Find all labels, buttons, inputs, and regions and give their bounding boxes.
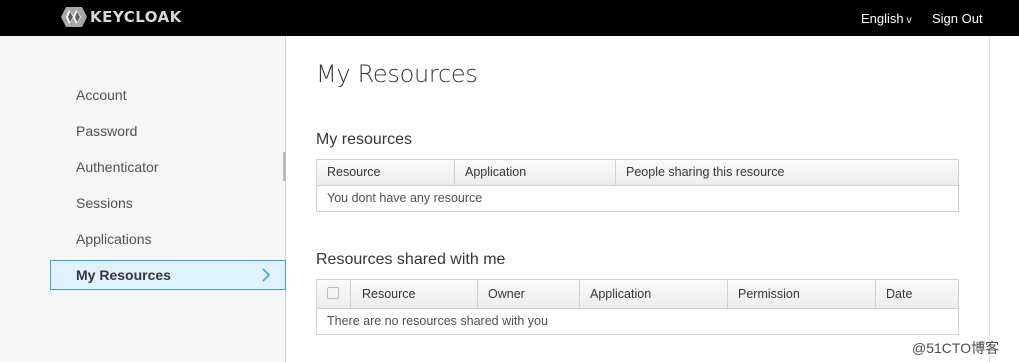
sidebar-item-sessions[interactable]: Sessions [76, 195, 133, 211]
sidebar-item-label: My Resources [76, 267, 171, 283]
table-row: There are no resources shared with you [317, 309, 958, 334]
sidebar-scroll-marker [283, 152, 286, 181]
chevron-right-icon [262, 268, 271, 282]
language-label: English [861, 11, 904, 26]
column-header-owner[interactable]: Owner [478, 280, 580, 308]
select-all-cell [317, 280, 351, 308]
chevron-down-icon: v [906, 15, 912, 26]
column-header-permission[interactable]: Permission [728, 280, 876, 308]
my-resources-heading: My resources [316, 131, 413, 148]
column-header-resource[interactable]: Resource [317, 160, 455, 185]
select-all-checkbox[interactable] [327, 287, 339, 299]
keycloak-logo[interactable]: KEYCLOAK [60, 6, 182, 28]
content-right-border [989, 36, 990, 362]
sidebar-item-my-resources[interactable]: My Resources [50, 260, 286, 290]
keycloak-logo-icon [61, 7, 87, 27]
my-resources-table: Resource Application People sharing this… [316, 159, 959, 212]
brand-name: KEYCLOAK [90, 8, 182, 26]
empty-state-text: You dont have any resource [327, 191, 483, 205]
watermark: @51CTO博客 [912, 340, 1000, 356]
column-header-people-sharing[interactable]: People sharing this resource [616, 160, 958, 185]
sidebar-item-applications[interactable]: Applications [76, 231, 152, 247]
table-row: You dont have any resource [317, 186, 958, 211]
table-header-row: Resource Application People sharing this… [317, 160, 958, 186]
page-title: My Resources [316, 60, 478, 88]
language-dropdown[interactable]: English v [861, 11, 912, 26]
sidebar-item-password[interactable]: Password [76, 123, 137, 139]
sidebar: Account Password Authenticator Sessions … [0, 36, 286, 362]
shared-resources-table: Resource Owner Application Permission Da… [316, 279, 959, 335]
sidebar-item-account[interactable]: Account [76, 87, 127, 103]
empty-state-text: There are no resources shared with you [327, 314, 548, 328]
column-header-application[interactable]: Application [455, 160, 616, 185]
shared-resources-heading: Resources shared with me [316, 251, 506, 268]
column-header-application[interactable]: Application [580, 280, 728, 308]
sign-out-link[interactable]: Sign Out [932, 11, 983, 26]
sidebar-item-authenticator[interactable]: Authenticator [76, 159, 159, 175]
column-header-resource[interactable]: Resource [351, 280, 478, 308]
column-header-date[interactable]: Date [876, 280, 958, 308]
top-navbar: KEYCLOAK English v Sign Out [0, 0, 1019, 36]
table-header-row: Resource Owner Application Permission Da… [317, 280, 958, 309]
